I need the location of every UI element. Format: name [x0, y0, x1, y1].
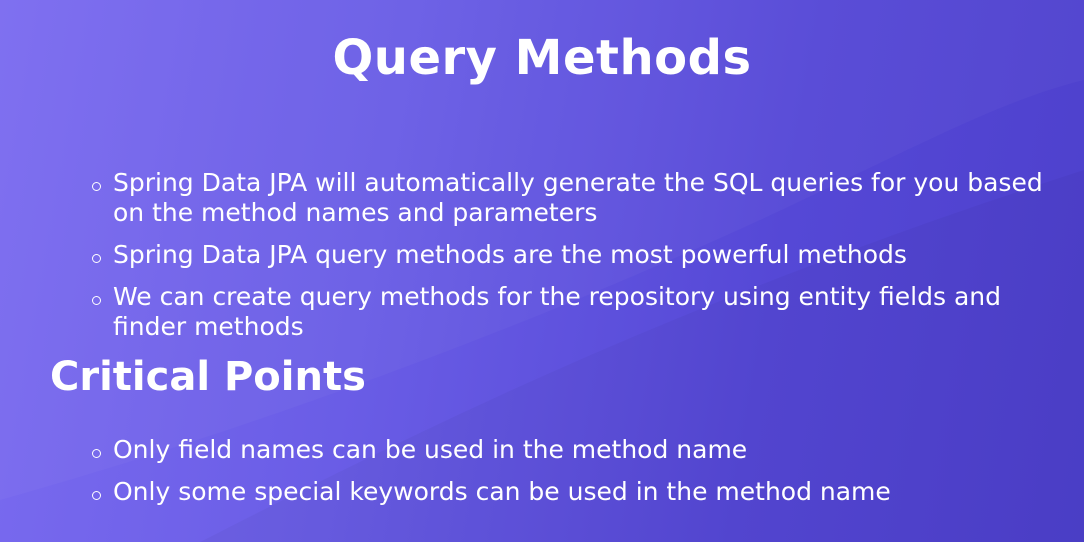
bullet-text: We can create query methods for the repo… [113, 282, 1001, 341]
hollow-circle-bullet-icon [92, 254, 101, 263]
slide-title: Query Methods [332, 30, 752, 86]
hollow-circle-bullet-icon [92, 296, 101, 305]
bullet-text: Spring Data JPA query methods are the mo… [113, 240, 907, 269]
bullet-text: Spring Data JPA will automatically gener… [113, 168, 1043, 227]
bullet-text: Only some special keywords can be used i… [113, 477, 891, 506]
list-item: Only field names can be used in the meth… [92, 435, 1052, 465]
slide: Query Methods Spring Data JPA will autom… [0, 0, 1084, 542]
list-item: We can create query methods for the repo… [92, 282, 1052, 342]
list-item: Only some special keywords can be used i… [92, 477, 1052, 507]
hollow-circle-bullet-icon [92, 182, 101, 191]
hollow-circle-bullet-icon [92, 491, 101, 500]
bullet-text: Only field names can be used in the meth… [113, 435, 748, 464]
hollow-circle-bullet-icon [92, 449, 101, 458]
list-item: Spring Data JPA query methods are the mo… [92, 240, 1052, 270]
list-item: Spring Data JPA will automatically gener… [92, 168, 1052, 228]
critical-bullet-list: Only field names can be used in the meth… [92, 435, 1052, 519]
critical-points-heading: Critical Points [50, 354, 366, 400]
main-bullet-list: Spring Data JPA will automatically gener… [92, 168, 1052, 354]
